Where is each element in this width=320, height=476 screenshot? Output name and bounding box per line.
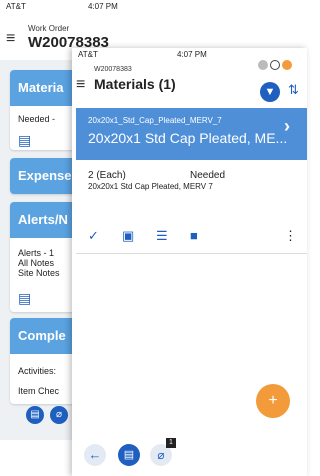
materials-screen: AT&T 4:07 PM ≡ W20078383 Materials (1) ▼…	[72, 48, 307, 476]
back-subtitle: Work Order	[28, 24, 70, 33]
back-carrier: AT&T	[6, 2, 26, 11]
item-divider	[76, 253, 307, 254]
chevron-right-icon[interactable]: ›	[284, 116, 290, 137]
note-icon[interactable]: ▤	[18, 290, 31, 307]
back-time: 4:07 PM	[88, 2, 118, 11]
material-status: Needed	[190, 170, 226, 181]
back-menu-icon[interactable]: ≡	[6, 30, 15, 48]
document-icon[interactable]: ▣	[122, 228, 134, 244]
back-chat-button[interactable]: ▤	[26, 406, 44, 424]
delete-icon[interactable]: ■	[190, 228, 198, 243]
more-options-icon[interactable]: ⋮	[284, 228, 297, 244]
target-icon	[270, 60, 280, 70]
material-item-row[interactable]: 20x20x1_Std_Cap_Pleated_MERV_7 20x20x1 S…	[76, 108, 307, 160]
time: 4:07 PM	[177, 50, 207, 59]
material-quantity: 2 (Each)	[88, 170, 126, 181]
chat-button[interactable]: ▤	[118, 444, 140, 466]
carrier: AT&T	[78, 50, 98, 59]
back-attach-button[interactable]: ⌀	[50, 406, 68, 424]
check-icon[interactable]: ✓	[88, 228, 99, 244]
menu-icon[interactable]: ≡	[76, 76, 85, 94]
sort-icon[interactable]: ⇅	[288, 82, 299, 98]
timer-icon	[282, 60, 292, 70]
filter-icon[interactable]: ▼	[260, 82, 280, 102]
page-title: Materials (1)	[94, 76, 176, 92]
attachment-badge: 1	[166, 438, 176, 448]
sync-icon	[258, 60, 268, 70]
material-name: 20x20x1 Std Cap Pleated, ME...	[88, 130, 288, 146]
header: ≡ W20078383 Materials (1) ▼ ⇅	[72, 60, 307, 102]
material-code: 20x20x1_Std_Cap_Pleated_MERV_7	[88, 116, 222, 125]
work-order-id: W20078383	[94, 66, 132, 73]
back-arrow-button[interactable]: ←	[84, 444, 106, 466]
list-icon[interactable]: ☰	[156, 228, 168, 244]
chat-icon[interactable]: ▤	[18, 132, 31, 149]
material-description: 20x20x1 Std Cap Pleated, MERV 7	[88, 182, 213, 191]
add-material-button[interactable]: +	[256, 384, 290, 418]
back-status-bar: AT&T 4:07 PM	[0, 0, 256, 14]
